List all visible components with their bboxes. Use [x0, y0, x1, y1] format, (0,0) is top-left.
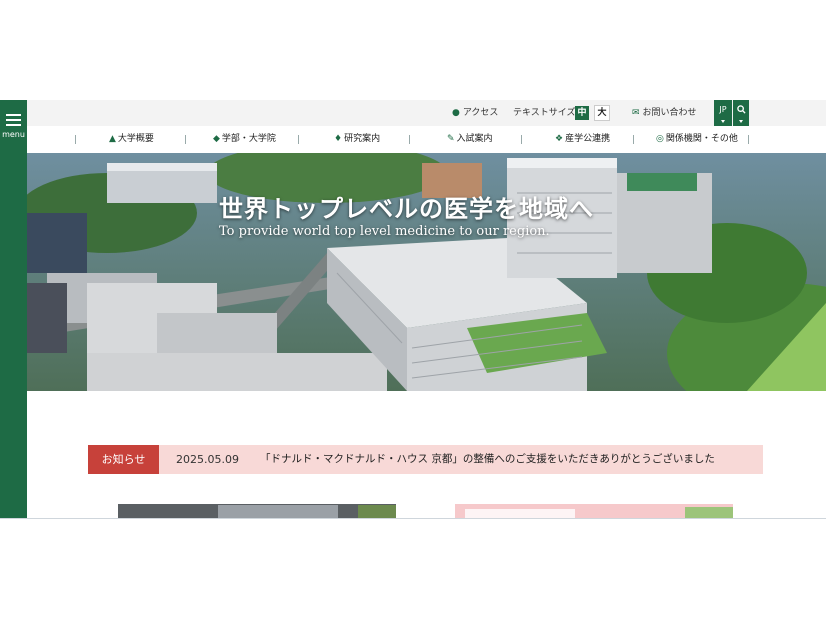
building-icon: ▲: [109, 134, 116, 144]
utility-bar: ● アクセス テキストサイズ 中 大 ✉ お問い合わせ JP: [27, 100, 826, 126]
handshake-icon: ❖: [555, 134, 564, 144]
nav-label: 産学公連携: [565, 134, 611, 144]
pencil-icon: ✎: [447, 134, 455, 144]
chevron-down-icon: [721, 120, 725, 123]
contact-label: お問い合わせ: [642, 108, 697, 118]
thumbnail-image: [118, 505, 396, 518]
hero-subtitle: To provide world top level medicine to o…: [219, 224, 550, 239]
feature-thumbnail-right[interactable]: [455, 504, 733, 518]
news-date: 2025.05.09: [176, 453, 239, 466]
browser-viewport: menu ● アクセス テキストサイズ 中 大 ✉ お問い合わせ JP ▲ 大学概要: [0, 100, 826, 519]
contact-link[interactable]: ✉ お問い合わせ: [632, 100, 697, 126]
nav-item-faculties[interactable]: ◆ 学部・大学院: [213, 126, 276, 153]
text-size-medium-button[interactable]: 中: [575, 106, 589, 120]
nav-item-related[interactable]: ◎ 関係機関・その他: [656, 126, 738, 153]
thumbnail-image: [455, 505, 733, 518]
nav-label: 関係機関・その他: [665, 134, 738, 144]
hero-title: 世界トップレベルの医学を地域へ: [219, 194, 594, 223]
flask-icon: ♦: [334, 134, 343, 144]
chevron-down-icon: [739, 120, 743, 123]
search-icon: [736, 105, 746, 114]
nav-item-about[interactable]: ▲ 大学概要: [109, 126, 154, 153]
hamburger-icon: [6, 114, 21, 126]
access-link[interactable]: ● アクセス: [452, 100, 498, 126]
nav-divider: [409, 135, 410, 144]
nav-divider: [633, 135, 634, 144]
news-link[interactable]: 「ドナルド・マクドナルド・ハウス 京都」の整備へのご支援をいただきありがとうござ…: [260, 445, 715, 474]
menu-button[interactable]: menu: [0, 114, 27, 148]
nav-divider: [521, 135, 522, 144]
nav-label: 研究案内: [344, 134, 381, 144]
language-button[interactable]: JP: [714, 100, 732, 126]
news-label: お知らせ: [88, 445, 159, 474]
mail-icon: ✉: [632, 108, 640, 118]
nav-label: 学部・大学院: [221, 134, 276, 144]
global-navigation: ▲ 大学概要 ◆ 学部・大学院 ♦ 研究案内 ✎ 入試案内 ❖ 産学公連携 ◎ 関係機関・そ…: [27, 126, 826, 153]
language-label: JP: [719, 105, 727, 114]
search-button[interactable]: [733, 100, 749, 126]
globe-icon: ◎: [656, 134, 664, 144]
access-label: アクセス: [462, 108, 499, 118]
hero-image: 世界トップレベルの医学を地域へ To provide world top lev…: [27, 153, 826, 391]
graduation-cap-icon: ◆: [213, 134, 220, 144]
text-size-label: テキストサイズ: [513, 108, 576, 118]
menu-label: menu: [2, 130, 25, 139]
nav-divider: [298, 135, 299, 144]
nav-item-industry[interactable]: ❖ 産学公連携: [555, 126, 610, 153]
nav-item-admissions[interactable]: ✎ 入試案内: [447, 126, 493, 153]
nav-divider: [75, 135, 76, 144]
nav-label: 大学概要: [117, 134, 154, 144]
nav-divider: [185, 135, 186, 144]
side-menu-bar: menu: [0, 100, 27, 518]
feature-thumbnail-left[interactable]: [118, 504, 396, 518]
nav-item-research[interactable]: ♦ 研究案内: [334, 126, 380, 153]
nav-label: 入試案内: [456, 134, 493, 144]
map-pin-icon: ●: [452, 108, 460, 118]
text-size-large-button[interactable]: 大: [594, 105, 610, 121]
news-banner: お知らせ 2025.05.09 「ドナルド・マクドナルド・ハウス 京都」の整備へ…: [88, 445, 763, 474]
nav-divider: [748, 135, 749, 144]
